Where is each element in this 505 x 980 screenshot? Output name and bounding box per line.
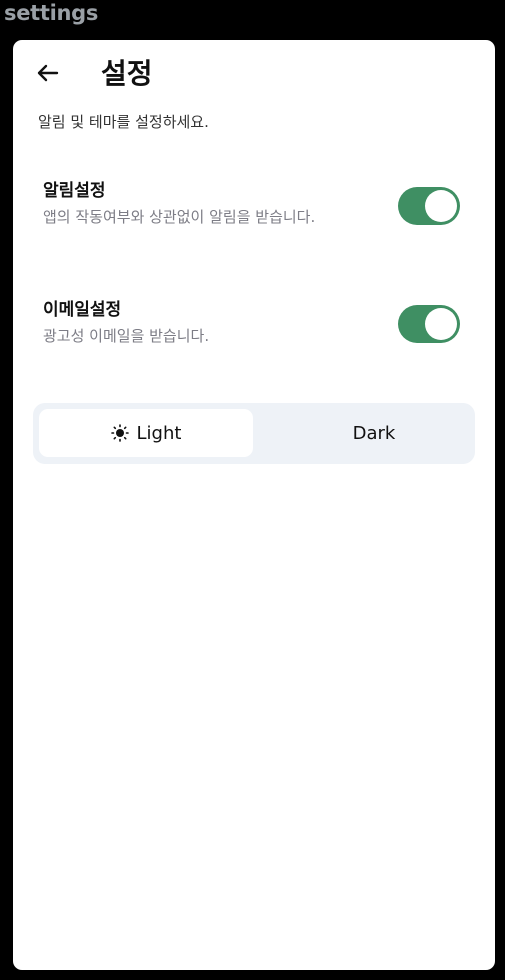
settings-card: 설정 알림 및 테마를 설정하세요. 알림설정 앱의 작동여부와 상관없이 알림… (13, 40, 495, 970)
setting-row-email: 이메일설정 광고성 이메일을 받습니다. (13, 297, 495, 377)
page-title: 설정 (101, 57, 153, 90)
theme-option-light[interactable]: Light (39, 409, 253, 457)
header: 설정 (13, 40, 495, 110)
arrow-left-icon (37, 64, 59, 82)
theme-switch: Light Dark (33, 403, 475, 464)
setting-row-notification: 알림설정 앱의 작동여부와 상관없이 알림을 받습니다. (13, 178, 495, 258)
theme-option-dark[interactable]: Dark (255, 409, 469, 457)
app-label: settings (4, 1, 99, 25)
theme-option-dark-label: Dark (352, 422, 396, 444)
setting-title-notification: 알림설정 (43, 181, 106, 201)
page-description: 알림 및 테마를 설정하세요. (38, 113, 209, 131)
theme-option-light-label: Light (136, 422, 182, 444)
toggle-knob (425, 190, 457, 222)
toggle-knob (425, 308, 457, 340)
moon-icon (332, 425, 340, 441)
setting-description-notification: 앱의 작동여부와 상관없이 알림을 받습니다. (43, 208, 316, 226)
email-toggle[interactable] (398, 305, 460, 343)
setting-description-email: 광고성 이메일을 받습니다. (43, 327, 210, 345)
setting-title-email: 이메일설정 (43, 300, 122, 320)
notification-toggle[interactable] (398, 187, 460, 225)
sun-icon (110, 424, 129, 442)
back-button[interactable] (31, 56, 65, 90)
